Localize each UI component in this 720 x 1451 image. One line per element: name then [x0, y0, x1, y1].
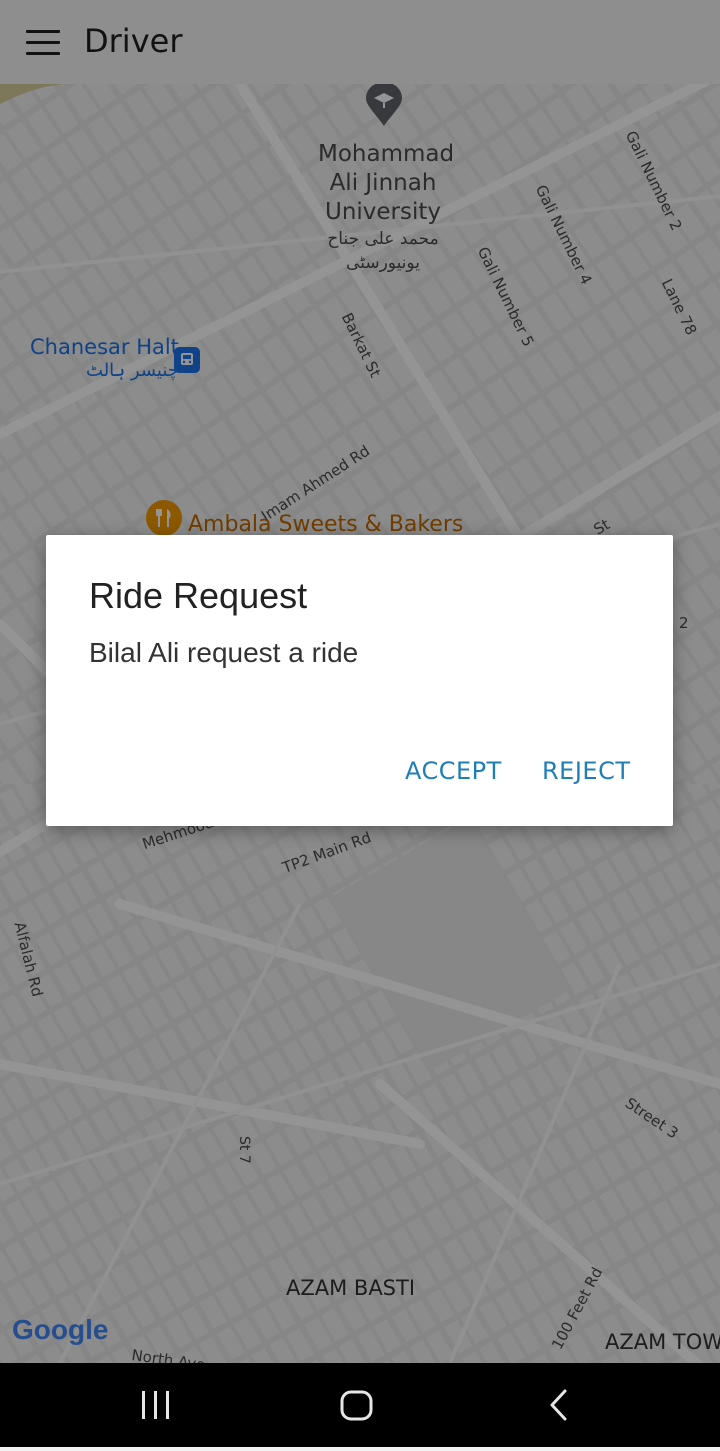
dialog-message: Bilal Ali request a ride	[89, 637, 359, 668]
system-nav-bar	[0, 1363, 720, 1447]
dialog-title: Ride Request	[89, 575, 308, 616]
home-icon[interactable]	[320, 1363, 392, 1447]
ride-request-dialog: Ride Request Bilal Ali request a ride AC…	[46, 535, 673, 826]
recent-apps-icon[interactable]	[120, 1363, 192, 1447]
reject-button[interactable]: REJECT	[542, 757, 631, 785]
back-icon[interactable]	[524, 1363, 596, 1447]
accept-button[interactable]: ACCEPT	[405, 757, 502, 785]
